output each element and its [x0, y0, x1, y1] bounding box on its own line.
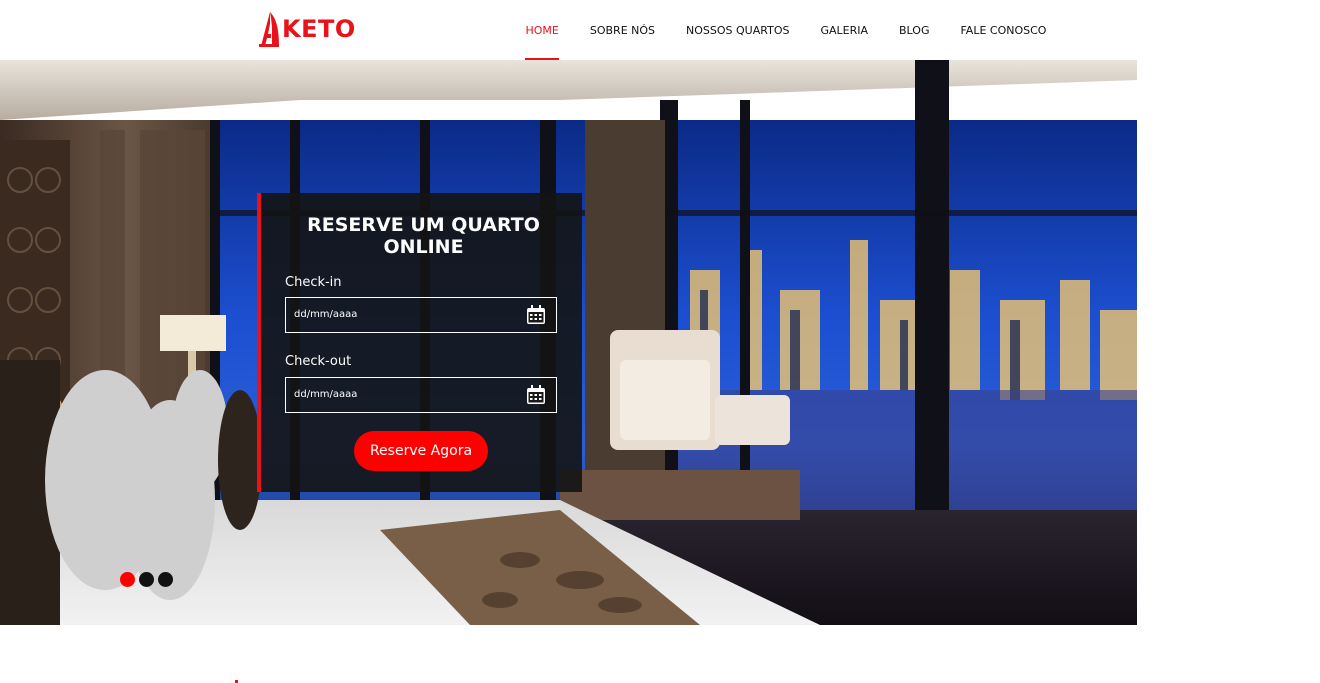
nav-item-fale-conosco[interactable]: FALE CONOSCO	[945, 0, 1062, 60]
slider-dot-3[interactable]	[158, 572, 173, 587]
hero-slider: RESERVE UM QUARTO ONLINE Check-in dd/mm/…	[0, 60, 1137, 625]
logo-text: KETO	[282, 15, 356, 43]
booking-form: RESERVE UM QUARTO ONLINE Check-in dd/mm/…	[257, 193, 582, 492]
site-header: KETO HOME SOBRE NÓS NOSSOS QUARTOS GALER…	[0, 0, 1320, 60]
slider-pagination	[120, 572, 173, 587]
nav-item-home[interactable]: HOME	[510, 0, 574, 60]
hotel-tower-logo-icon	[259, 12, 279, 47]
checkout-date-input[interactable]: dd/mm/aaaa	[285, 377, 557, 413]
nav-item-galeria[interactable]: GALERIA	[805, 0, 884, 60]
nav-item-nossos-quartos[interactable]: NOSSOS QUARTOS	[671, 0, 805, 60]
main-nav: HOME SOBRE NÓS NOSSOS QUARTOS GALERIA BL…	[510, 0, 1062, 60]
calendar-icon[interactable]	[525, 384, 547, 406]
checkin-placeholder: dd/mm/aaaa	[294, 309, 358, 320]
checkout-label: Check-out	[285, 354, 352, 369]
checkout-placeholder: dd/mm/aaaa	[294, 389, 358, 400]
slider-dot-2[interactable]	[139, 572, 154, 587]
site-logo[interactable]: KETO	[258, 10, 356, 48]
booking-title: RESERVE UM QUARTO ONLINE	[307, 214, 540, 258]
checkin-date-input[interactable]: dd/mm/aaaa	[285, 297, 557, 333]
reserve-now-button[interactable]: Reserve Agora	[354, 431, 488, 471]
nav-item-sobre-nos[interactable]: SOBRE NÓS	[574, 0, 670, 60]
checkin-label: Check-in	[285, 275, 342, 290]
slider-dot-1[interactable]	[120, 572, 135, 587]
calendar-icon[interactable]	[525, 304, 547, 326]
nav-item-blog[interactable]: BLOG	[884, 0, 945, 60]
